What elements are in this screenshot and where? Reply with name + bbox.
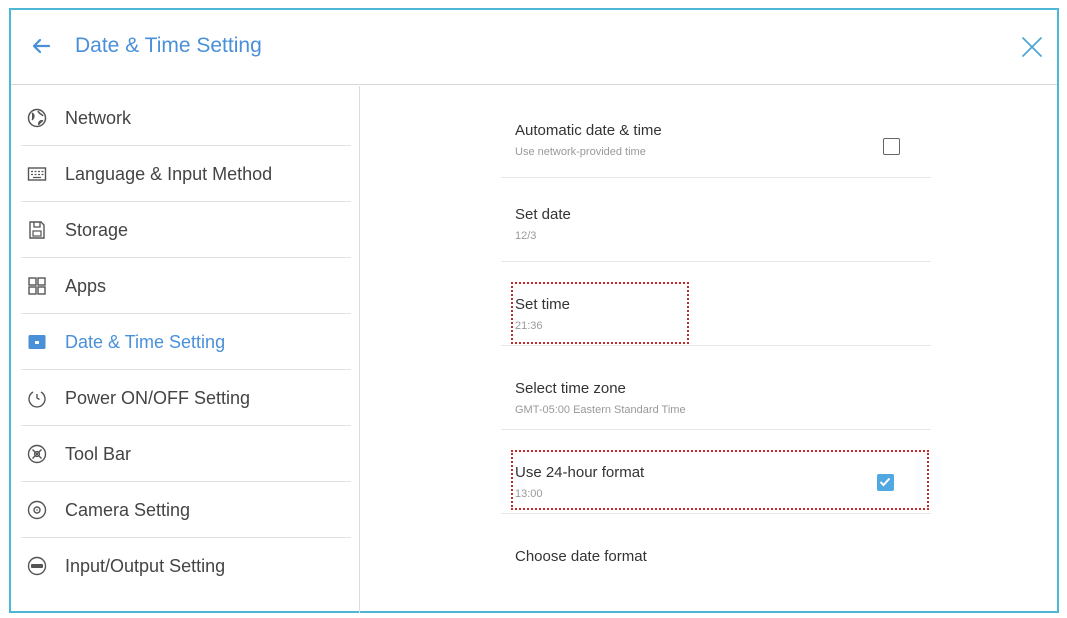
input-output-icon: [27, 556, 47, 576]
setting-value: 12/3: [515, 230, 537, 242]
calendar-icon: [27, 332, 47, 352]
sidebar-item-input-output[interactable]: Input/Output Setting: [11, 538, 351, 594]
automatic-date-time-checkbox[interactable]: [883, 138, 900, 155]
sidebar-item-power[interactable]: Power ON/OFF Setting: [11, 370, 351, 426]
power-icon: [27, 388, 47, 408]
apps-grid-icon: [27, 276, 47, 296]
sidebar-item-label: Input/Output Setting: [65, 555, 226, 576]
setting-automatic-date-time[interactable]: Automatic date & time Use network-provid…: [501, 94, 931, 178]
sidebar-item-label: Storage: [65, 219, 129, 240]
setting-value: GMT-05:00 Eastern Standard Time: [515, 404, 686, 416]
setting-title: Choose date format: [515, 548, 647, 565]
sidebar-item-label: Network: [65, 107, 132, 128]
title-bar: Date & Time Setting: [11, 10, 1057, 85]
setting-set-date[interactable]: Set date 12/3: [501, 178, 931, 262]
sidebar-item-network[interactable]: Network: [11, 90, 351, 146]
sidebar-item-label: Apps: [65, 275, 107, 296]
sidebar: Network Language & Input Method Storage …: [11, 86, 360, 613]
settings-window: Date & Time Setting Network Language & I…: [9, 8, 1059, 613]
setting-title: Automatic date & time: [515, 122, 662, 139]
highlight-box-set-time: [511, 282, 689, 344]
storage-icon: [27, 220, 47, 240]
close-icon: [1022, 37, 1042, 57]
sidebar-item-label: Tool Bar: [65, 443, 132, 464]
setting-subtitle: Use network-provided time: [515, 146, 646, 158]
setting-date-format[interactable]: Choose date format: [501, 514, 931, 598]
highlight-box-24-hour-format: [511, 450, 929, 510]
settings-content: Automatic date & time Use network-provid…: [361, 86, 1057, 613]
sidebar-item-label: Date & Time Setting: [65, 331, 226, 352]
sidebar-item-label: Language & Input Method: [65, 163, 273, 184]
camera-icon: [27, 500, 47, 520]
setting-title: Select time zone: [515, 380, 626, 397]
globe-icon: [27, 108, 47, 128]
sidebar-item-language[interactable]: Language & Input Method: [11, 146, 351, 202]
setting-time-zone[interactable]: Select time zone GMT-05:00 Eastern Stand…: [501, 346, 931, 430]
back-button[interactable]: [27, 32, 55, 60]
sidebar-item-camera[interactable]: Camera Setting: [11, 482, 351, 538]
toolbar-icon: [27, 444, 47, 464]
sidebar-item-storage[interactable]: Storage: [11, 202, 351, 258]
setting-title: Set date: [515, 206, 571, 223]
sidebar-item-apps[interactable]: Apps: [11, 258, 351, 314]
keyboard-icon: [27, 164, 47, 184]
close-button[interactable]: [1017, 32, 1047, 62]
sidebar-item-date-time[interactable]: Date & Time Setting: [11, 314, 351, 370]
sidebar-item-tool-bar[interactable]: Tool Bar: [11, 426, 351, 482]
sidebar-item-label: Camera Setting: [65, 499, 191, 520]
page-title: Date & Time Setting: [75, 34, 262, 57]
arrow-left-icon: [32, 38, 51, 54]
sidebar-item-label: Power ON/OFF Setting: [65, 387, 251, 408]
